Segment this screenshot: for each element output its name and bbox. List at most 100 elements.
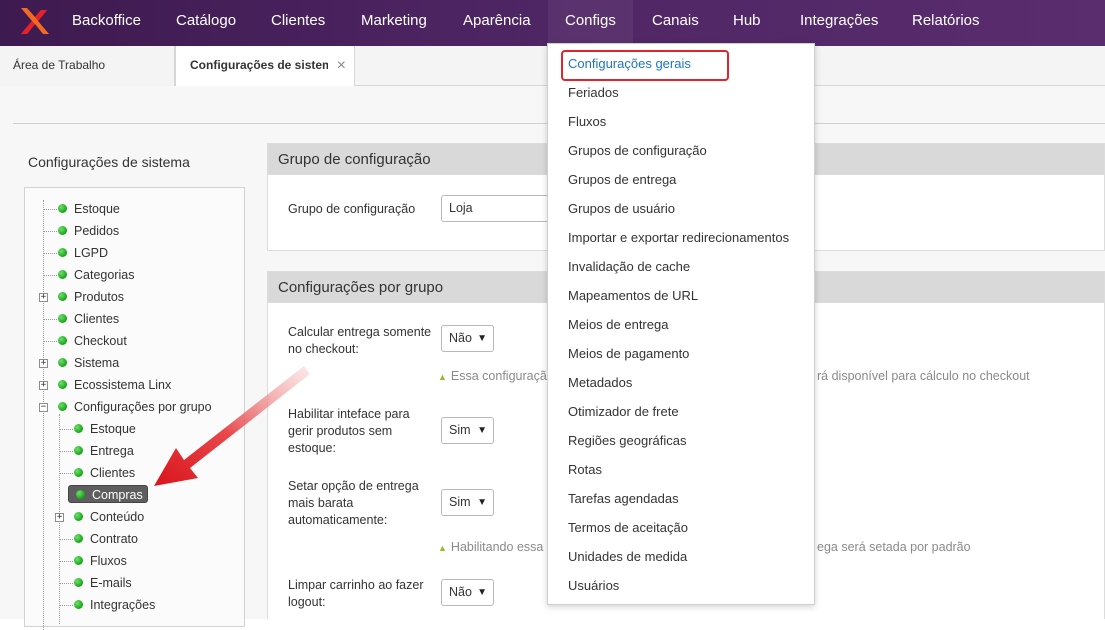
menu-item-fluxos[interactable]: Fluxos xyxy=(568,112,606,132)
menu-item-grupos-de-usuario[interactable]: Grupos de usuário xyxy=(568,199,675,219)
select-setar-opcao[interactable]: Sim ▼ xyxy=(441,489,494,516)
select-value: Não xyxy=(449,585,472,599)
select-habilitar-interface[interactable]: Sim ▼ xyxy=(441,417,494,444)
menu-item-grupos-de-entrega[interactable]: Grupos de entrega xyxy=(568,170,676,190)
tab-label: Configurações de sistem xyxy=(190,58,328,72)
tree-item-checkout[interactable]: Checkout xyxy=(58,332,127,350)
tree-item-entrega[interactable]: Entrega xyxy=(74,442,134,460)
tree-item-label: E-mails xyxy=(90,576,132,590)
hint-setar-opcao-tail: ega será setada por padrão xyxy=(817,540,971,554)
menu-item-grupos-de-configuracao[interactable]: Grupos de configuração xyxy=(568,141,707,161)
tree-item-estoque[interactable]: Estoque xyxy=(58,200,120,218)
tree-item-label: Estoque xyxy=(90,422,136,436)
info-triangle-icon: ▲ xyxy=(438,543,447,553)
nav-catalogo[interactable]: Catálogo xyxy=(176,0,236,44)
tree-item-clientes-grupo[interactable]: Clientes xyxy=(74,464,135,482)
select-calcular-entrega[interactable]: Não ▼ xyxy=(441,325,494,352)
status-dot-icon xyxy=(58,380,67,390)
tree-item-label: Sistema xyxy=(74,356,120,370)
hint-text: Essa configuração, xyxy=(450,369,558,383)
menu-item-usuarios[interactable]: Usuários xyxy=(568,576,619,596)
tree-item-configuracoes-por-grupo[interactable]: Configurações por grupo xyxy=(58,398,212,416)
tree-item-ecossistema-linx[interactable]: Ecossistema Linx xyxy=(58,376,171,394)
field-label-calcular-entrega: Calcular entrega somente no checkout: xyxy=(288,325,432,356)
status-dot-icon xyxy=(74,446,83,456)
menu-item-termos-de-aceitacao[interactable]: Termos de aceitação xyxy=(568,518,688,538)
nav-integracoes[interactable]: Integrações xyxy=(800,0,878,44)
tree-item-estoque-grupo[interactable]: Estoque xyxy=(74,420,136,438)
hint-text: Habilitando essa o xyxy=(450,540,554,554)
tree-item-label: Compras xyxy=(92,488,143,502)
expand-icon[interactable]: + xyxy=(39,359,48,368)
tree-item-label: Checkout xyxy=(74,334,127,348)
menu-item-meios-de-pagamento[interactable]: Meios de pagamento xyxy=(568,344,689,364)
tree-item-sistema[interactable]: Sistema xyxy=(58,354,119,372)
tree-item-conteudo[interactable]: Conteúdo xyxy=(74,508,144,526)
tab-configuracoes-de-sistema[interactable]: Configurações de sistem × xyxy=(175,46,355,87)
expand-icon[interactable]: + xyxy=(39,293,48,302)
expand-icon[interactable]: + xyxy=(55,513,64,522)
tree-item-clientes[interactable]: Clientes xyxy=(58,310,119,328)
nav-canais[interactable]: Canais xyxy=(652,0,699,44)
menu-item-metadados[interactable]: Metadados xyxy=(568,373,632,393)
menu-item-feriados[interactable]: Feriados xyxy=(568,83,619,103)
top-navigation-bar: Backoffice Catálogo Clientes Marketing A… xyxy=(0,0,1105,46)
status-dot-icon xyxy=(74,424,83,434)
menu-item-invalidacao-de-cache[interactable]: Invalidação de cache xyxy=(568,257,690,277)
nav-aparencia[interactable]: Aparência xyxy=(463,0,531,44)
menu-item-otimizador-de-frete[interactable]: Otimizador de frete xyxy=(568,402,679,422)
tree-item-label: Produtos xyxy=(74,290,125,304)
tab-area-de-trabalho[interactable]: Área de Trabalho xyxy=(0,46,175,86)
nav-clientes[interactable]: Clientes xyxy=(271,0,325,44)
tree-connector xyxy=(59,605,73,606)
tree-item-produtos[interactable]: Produtos xyxy=(58,288,124,306)
tree-item-label: Categorias xyxy=(74,268,135,282)
menu-item-tarefas-agendadas[interactable]: Tarefas agendadas xyxy=(568,489,679,509)
status-dot-icon xyxy=(58,248,67,258)
hint-setar-opcao: ▲ Habilitando essa o xyxy=(438,540,554,554)
tree-item-fluxos[interactable]: Fluxos xyxy=(74,552,127,570)
tree-item-compras[interactable]: Compras xyxy=(68,485,148,503)
tree-item-integracoes[interactable]: Integrações xyxy=(74,596,155,614)
nav-marketing[interactable]: Marketing xyxy=(361,0,427,44)
menu-item-regioes-geograficas[interactable]: Regiões geográficas xyxy=(568,431,687,451)
status-dot-icon xyxy=(76,490,85,500)
chevron-down-icon: ▼ xyxy=(477,497,487,508)
tree-item-lgpd[interactable]: LGPD xyxy=(58,244,108,262)
menu-item-rotas[interactable]: Rotas xyxy=(568,460,602,480)
menu-item-mapeamentos-de-url[interactable]: Mapeamentos de URL xyxy=(568,286,698,306)
tree-item-pedidos[interactable]: Pedidos xyxy=(58,222,119,240)
status-dot-icon xyxy=(74,534,83,544)
tree-item-label: Configurações por grupo xyxy=(74,400,212,414)
collapse-icon[interactable]: − xyxy=(39,403,48,412)
tree-connector xyxy=(43,200,44,630)
menu-item-meios-de-entrega[interactable]: Meios de entrega xyxy=(568,315,668,335)
hint-calcular-entrega-tail: rá disponível para cálculo no checkout xyxy=(817,369,1030,383)
tree-item-emails[interactable]: E-mails xyxy=(74,574,132,592)
nav-backoffice[interactable]: Backoffice xyxy=(72,0,141,44)
close-icon[interactable]: × xyxy=(337,46,346,85)
menu-item-configuracoes-gerais[interactable]: Configurações gerais xyxy=(568,54,691,74)
tree-connector xyxy=(43,341,57,342)
nav-hub[interactable]: Hub xyxy=(733,0,761,44)
status-dot-icon xyxy=(74,600,83,610)
menu-item-importar-exportar[interactable]: Importar e exportar redirecionamentos xyxy=(568,228,789,248)
menu-item-unidades-de-medida[interactable]: Unidades de medida xyxy=(568,547,687,567)
tree-item-label: Clientes xyxy=(74,312,120,326)
select-limpar-carrinho[interactable]: Não ▼ xyxy=(441,579,494,606)
status-dot-icon xyxy=(74,468,83,478)
expand-icon[interactable]: + xyxy=(39,381,48,390)
nav-relatorios[interactable]: Relatórios xyxy=(912,0,980,44)
tree-item-categorias[interactable]: Categorias xyxy=(58,266,134,284)
status-dot-icon xyxy=(74,556,83,566)
tree-connector xyxy=(59,561,73,562)
chevron-down-icon: ▼ xyxy=(477,425,487,436)
tree-connector xyxy=(43,319,57,320)
tree-connector xyxy=(43,231,57,232)
tree-connector xyxy=(59,583,73,584)
tree-connector xyxy=(59,429,73,430)
tree-item-contrato[interactable]: Contrato xyxy=(74,530,138,548)
field-label-limpar-carrinho: Limpar carrinho ao fazer logout: xyxy=(288,578,424,609)
nav-configs[interactable]: Configs xyxy=(548,0,633,44)
logo-icon[interactable] xyxy=(18,4,50,38)
